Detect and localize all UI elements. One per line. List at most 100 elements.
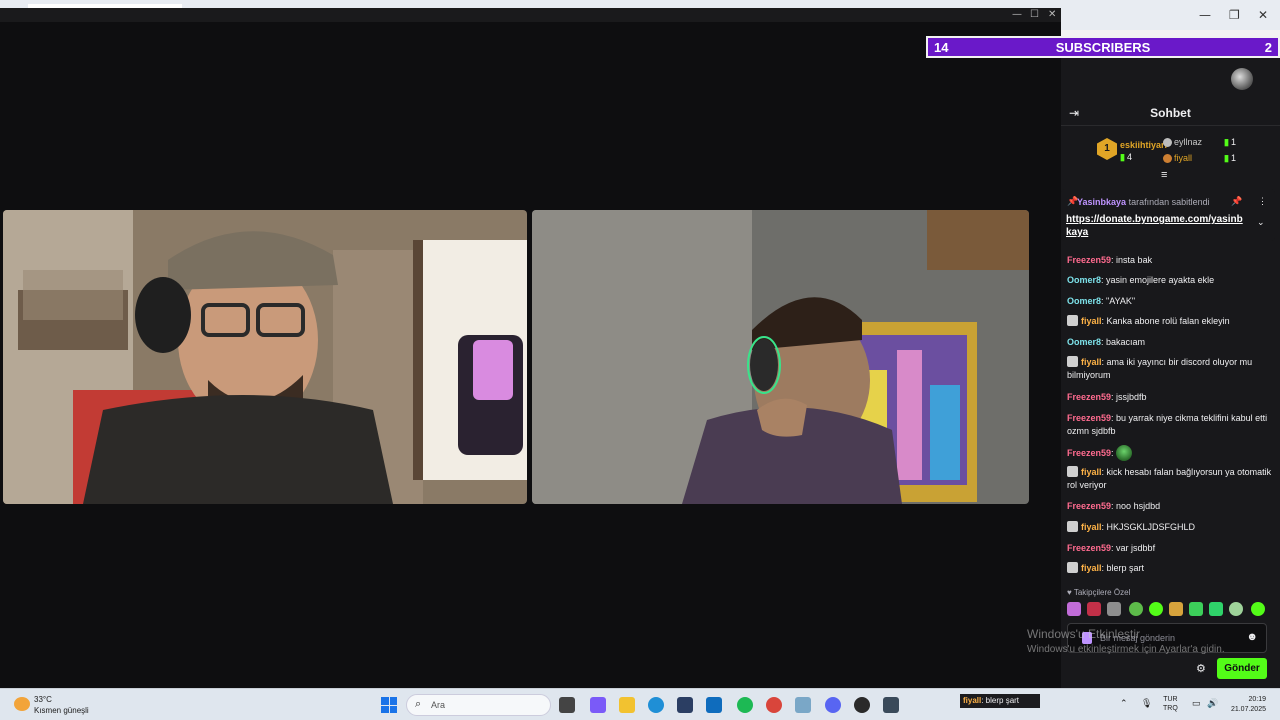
- subscribers-right-count: 2: [1264, 40, 1272, 55]
- network-app-icon[interactable]: [795, 697, 811, 713]
- outlook-icon[interactable]: [706, 697, 722, 713]
- windows-start-icon[interactable]: [381, 697, 397, 713]
- weather-temp[interactable]: 33°C: [34, 695, 52, 704]
- emoji-icon[interactable]: ☻: [1246, 631, 1258, 643]
- chat-message: fiyall: kick hesabı falan bağlıyorsun ya…: [1067, 466, 1272, 490]
- chat-message-text: Kanka abone rolü falan ekleyin: [1106, 316, 1230, 326]
- minimize-icon[interactable]: —: [1199, 8, 1211, 22]
- chat-username[interactable]: Freezen59: [1067, 392, 1111, 402]
- chat-username[interactable]: Freezen59: [1067, 413, 1111, 423]
- file-explorer-icon[interactable]: [619, 697, 635, 713]
- copilot-icon[interactable]: [590, 697, 606, 713]
- emote-6[interactable]: [1169, 602, 1183, 616]
- video-window-titlebar[interactable]: [0, 8, 1061, 22]
- green-face-emote: [1116, 445, 1133, 461]
- maximize-icon[interactable]: ❐: [1229, 8, 1240, 22]
- emote-3[interactable]: [1107, 602, 1121, 616]
- chevron-down-icon[interactable]: ⌄: [1257, 217, 1265, 228]
- chat-message: fiyall: blerp şart: [1067, 562, 1275, 575]
- discord-icon[interactable]: [825, 697, 841, 713]
- gem-icon: ▮: [1120, 152, 1125, 162]
- chat-message-text: "AYAK": [1106, 296, 1136, 306]
- search-placeholder: Ara: [431, 700, 446, 710]
- user-badge-icon: [1067, 521, 1078, 532]
- emote-8[interactable]: [1209, 602, 1223, 616]
- chat-message-text: bakacıam: [1106, 337, 1146, 347]
- emote-9[interactable]: [1229, 602, 1243, 616]
- pinned-donate-link[interactable]: https://donate.bynogame.com/yasinbkaya: [1066, 213, 1248, 239]
- chat-panel: ⇥ Sohbet 1 eskiihtiyarr ▮ 4 eyllnaz ▮ 1 fi…: [1061, 58, 1280, 688]
- chat-username[interactable]: Freezen59: [1067, 543, 1111, 553]
- user-badge-icon: [1067, 315, 1078, 326]
- taskbar-search[interactable]: ⌕ Ara: [406, 694, 551, 716]
- chat-username[interactable]: Oomer8: [1067, 337, 1101, 347]
- emote-4[interactable]: [1129, 602, 1143, 616]
- obs-icon[interactable]: [854, 697, 870, 713]
- app-icon[interactable]: [883, 697, 899, 713]
- video-close-icon[interactable]: ✕: [1048, 8, 1056, 22]
- chat-username[interactable]: fiyall: [1081, 357, 1102, 367]
- chat-username[interactable]: Freezen59: [1067, 255, 1111, 265]
- send-button[interactable]: Gönder: [1217, 658, 1267, 679]
- more-options-icon[interactable]: ⋮: [1258, 196, 1267, 207]
- chat-username[interactable]: fiyall: [1081, 522, 1102, 532]
- webcam-right-image: [532, 210, 1029, 504]
- video-maximize-icon[interactable]: ☐: [1030, 8, 1039, 22]
- task-view-icon[interactable]: [559, 697, 575, 713]
- chat-message-text: yasin emojilere ayakta ekle: [1106, 275, 1215, 285]
- edge-icon[interactable]: [648, 697, 664, 713]
- leaderboard-name-1[interactable]: eskiihtiyarr: [1120, 140, 1168, 150]
- filter-icon[interactable]: ≡: [1161, 169, 1167, 181]
- emote-1[interactable]: [1067, 602, 1081, 616]
- watermark-line-1: Windows'u Etkinleştir: [1027, 627, 1140, 641]
- leaderboard-count-2: ▮ 1: [1224, 137, 1236, 147]
- chevron-up-icon[interactable]: ⌃: [1120, 698, 1128, 709]
- weather-desc[interactable]: Kısmen güneşli: [34, 706, 89, 715]
- gem-icon: ▮: [1224, 137, 1229, 147]
- chat-message-text: noo hsjdbd: [1116, 501, 1161, 511]
- chat-username[interactable]: Freezen59: [1067, 448, 1111, 458]
- close-icon[interactable]: ✕: [1258, 8, 1268, 22]
- emote-10[interactable]: [1251, 602, 1265, 616]
- subscribers-title: SUBSCRIBERS: [1055, 40, 1151, 55]
- network-icon[interactable]: ▭: [1192, 698, 1201, 709]
- video-window: — ☐ ✕: [0, 8, 1061, 688]
- user-badge-icon: [1067, 466, 1078, 477]
- emote-5[interactable]: [1149, 602, 1163, 616]
- leaderboard-count-1: ▮ 4: [1120, 152, 1132, 162]
- unpin-icon[interactable]: 📌: [1231, 196, 1242, 207]
- microphone-icon[interactable]: 🎙: [1141, 698, 1152, 709]
- chat-message-text: insta bak: [1116, 255, 1153, 265]
- chat-username[interactable]: fiyall: [1081, 563, 1102, 573]
- chat-title: Sohbet: [1150, 106, 1191, 120]
- user-avatar[interactable]: [1231, 68, 1253, 90]
- watermark-line-2: Windows'u etkinleştirmek için Ayarlar'a …: [1027, 644, 1225, 655]
- video-minimize-icon[interactable]: —: [1012, 8, 1022, 22]
- chat-username[interactable]: Oomer8: [1067, 275, 1101, 285]
- gift-leaderboard: 1 eskiihtiyarr ▮ 4 eyllnaz ▮ 1 fiyall ▮ 1: [1061, 134, 1280, 174]
- chat-header: ⇥ Sohbet: [1061, 102, 1280, 126]
- chat-username[interactable]: fiyall: [1081, 316, 1102, 326]
- gear-icon[interactable]: ⚙: [1196, 662, 1206, 675]
- pinned-message: 📌 Yasinbkaya tarafından sabitlendi 📌 ⋮ h…: [1061, 189, 1275, 241]
- store-icon[interactable]: [677, 697, 693, 713]
- volume-icon[interactable]: 🔊: [1207, 698, 1218, 709]
- pinned-by: Yasinbkaya tarafından sabitlendi: [1077, 197, 1210, 207]
- chrome-icon[interactable]: [766, 697, 782, 713]
- leaderboard-name-2[interactable]: eyllnaz: [1174, 137, 1202, 147]
- weather-icon[interactable]: [14, 697, 30, 711]
- language-indicator[interactable]: TUR TRQ: [1163, 695, 1178, 713]
- webcam-left-image: [3, 210, 527, 504]
- leaderboard-name-3[interactable]: fiyall: [1174, 153, 1192, 163]
- taskbar: 33°C Kısmen güneşli ⌕ Ara fiyall: blerp …: [0, 688, 1280, 720]
- chat-username[interactable]: Freezen59: [1067, 501, 1111, 511]
- leaderboard-count-3: ▮ 1: [1224, 153, 1236, 163]
- chat-username[interactable]: fiyall: [1081, 467, 1102, 477]
- emote-7[interactable]: [1189, 602, 1203, 616]
- subscribers-bar: 14 SUBSCRIBERS 2: [926, 36, 1280, 58]
- clock[interactable]: 20:19 21.07.2025: [1222, 695, 1266, 715]
- spotify-icon[interactable]: [737, 697, 753, 713]
- chat-username[interactable]: Oomer8: [1067, 296, 1101, 306]
- emote-2[interactable]: [1087, 602, 1101, 616]
- chat-notification[interactable]: fiyall: blerp şart: [960, 694, 1040, 708]
